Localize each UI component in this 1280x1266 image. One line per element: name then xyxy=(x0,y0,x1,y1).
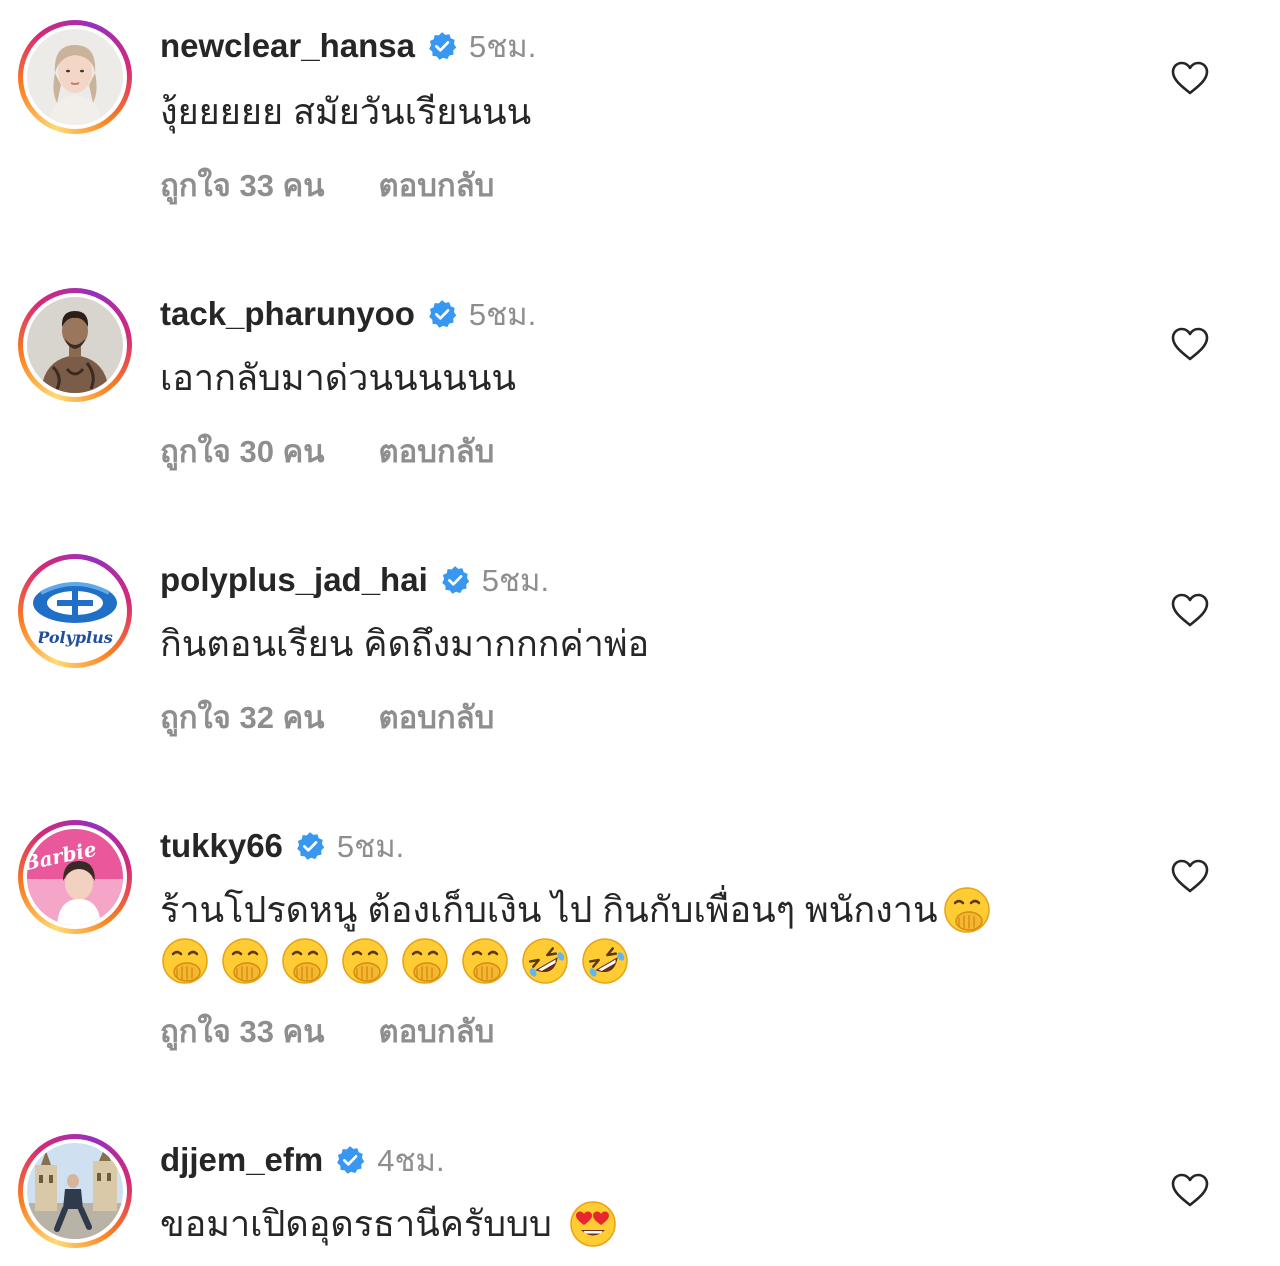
comment-meta: ถูกใจ 33 คน ตอบกลับ xyxy=(160,160,494,210)
comment-header: tukky66 5ชม. xyxy=(160,824,404,868)
username[interactable]: tukky66 xyxy=(160,827,283,865)
avatar[interactable] xyxy=(18,20,132,134)
likes-count[interactable]: ถูกใจ 32 คน xyxy=(160,692,324,742)
reply-button[interactable]: ตอบกลับ xyxy=(378,426,494,476)
avatar-logo-text: Polyplus xyxy=(36,628,113,647)
avatar-image: Polyplus xyxy=(27,563,123,659)
reply-button[interactable]: ตอบกลับ xyxy=(378,1006,494,1056)
verified-badge-icon xyxy=(335,1145,365,1175)
heart-outline-icon[interactable] xyxy=(1170,858,1210,894)
face-with-hand-over-mouth-emoji xyxy=(460,936,510,986)
verified-badge-icon xyxy=(295,831,325,861)
comment-text-body: ขอมาเปิดอุดรธานีครับบบ xyxy=(160,1203,552,1244)
username[interactable]: newclear_hansa xyxy=(160,27,415,65)
comment-text: เอากลับมาด่วนนนนนน xyxy=(160,357,517,398)
face-with-hand-over-mouth-emoji xyxy=(942,885,992,935)
heart-outline-icon[interactable] xyxy=(1170,60,1210,96)
avatar[interactable]: Barbie xyxy=(18,820,132,934)
username[interactable]: tack_pharunyoo xyxy=(160,295,415,333)
timestamp[interactable]: 4ชม. xyxy=(377,1135,444,1185)
timestamp[interactable]: 5ชม. xyxy=(469,21,536,71)
comment-header: newclear_hansa 5ชม. xyxy=(160,24,536,68)
likes-count[interactable]: ถูกใจ 33 คน xyxy=(160,160,324,210)
timestamp[interactable]: 5ชม. xyxy=(469,289,536,339)
avatar[interactable] xyxy=(18,288,132,402)
comment-text: งุ้ยยยยย สมัยวันเรียนนน xyxy=(160,91,532,132)
verified-badge-icon xyxy=(427,31,457,61)
comment-header: tack_pharunyoo 5ชม. xyxy=(160,292,536,336)
timestamp[interactable]: 5ชม. xyxy=(482,555,549,605)
comment-header: polyplus_jad_hai 5ชม. xyxy=(160,558,549,602)
comment-header: djjem_efm 4ชม. xyxy=(160,1138,445,1182)
comment-meta: ถูกใจ 32 คน ตอบกลับ xyxy=(160,692,494,742)
rolling-on-the-floor-laughing-emoji xyxy=(520,936,570,986)
comment-text: ร้านโปรดหนู ต้องเก็บเงิน ไป กินกับเพื่อน… xyxy=(160,882,992,938)
comment-text-body: ร้านโปรดหนู ต้องเก็บเงิน ไป กินกับเพื่อน… xyxy=(160,889,938,930)
verified-badge-icon xyxy=(427,299,457,329)
avatar-image xyxy=(27,1143,123,1239)
comment-text: ขอมาเปิดอุดรธานีครับบบ xyxy=(160,1196,618,1252)
heart-outline-icon[interactable] xyxy=(1170,1172,1210,1208)
face-with-hand-over-mouth-emoji xyxy=(160,936,210,986)
avatar-image xyxy=(27,29,123,125)
face-with-hand-over-mouth-emoji xyxy=(340,936,390,986)
username[interactable]: djjem_efm xyxy=(160,1141,323,1179)
verified-badge-icon xyxy=(440,565,470,595)
face-with-hand-over-mouth-emoji xyxy=(400,936,450,986)
comment-text: กินตอนเรียน คิดถึงมากกกค่าพ่อ xyxy=(160,623,650,664)
smiling-face-with-heart-eyes-emoji xyxy=(568,1199,618,1249)
likes-count[interactable]: ถูกใจ 33 คน xyxy=(160,1006,324,1056)
timestamp[interactable]: 5ชม. xyxy=(337,821,404,871)
avatar-image xyxy=(27,297,123,393)
rolling-on-the-floor-laughing-emoji xyxy=(580,936,630,986)
likes-count[interactable]: ถูกใจ 30 คน xyxy=(160,426,324,476)
reply-button[interactable]: ตอบกลับ xyxy=(378,692,494,742)
face-with-hand-over-mouth-emoji xyxy=(280,936,330,986)
username[interactable]: polyplus_jad_hai xyxy=(160,561,428,599)
emoji-row xyxy=(160,936,630,986)
avatar[interactable] xyxy=(18,1134,132,1248)
reply-button[interactable]: ตอบกลับ xyxy=(378,160,494,210)
comment-meta: ถูกใจ 33 คน ตอบกลับ xyxy=(160,1006,494,1056)
avatar-image: Barbie xyxy=(27,829,123,925)
comment-meta: ถูกใจ 30 คน ตอบกลับ xyxy=(160,426,494,476)
avatar[interactable]: Polyplus xyxy=(18,554,132,668)
heart-outline-icon[interactable] xyxy=(1170,326,1210,362)
face-with-hand-over-mouth-emoji xyxy=(220,936,270,986)
heart-outline-icon[interactable] xyxy=(1170,592,1210,628)
